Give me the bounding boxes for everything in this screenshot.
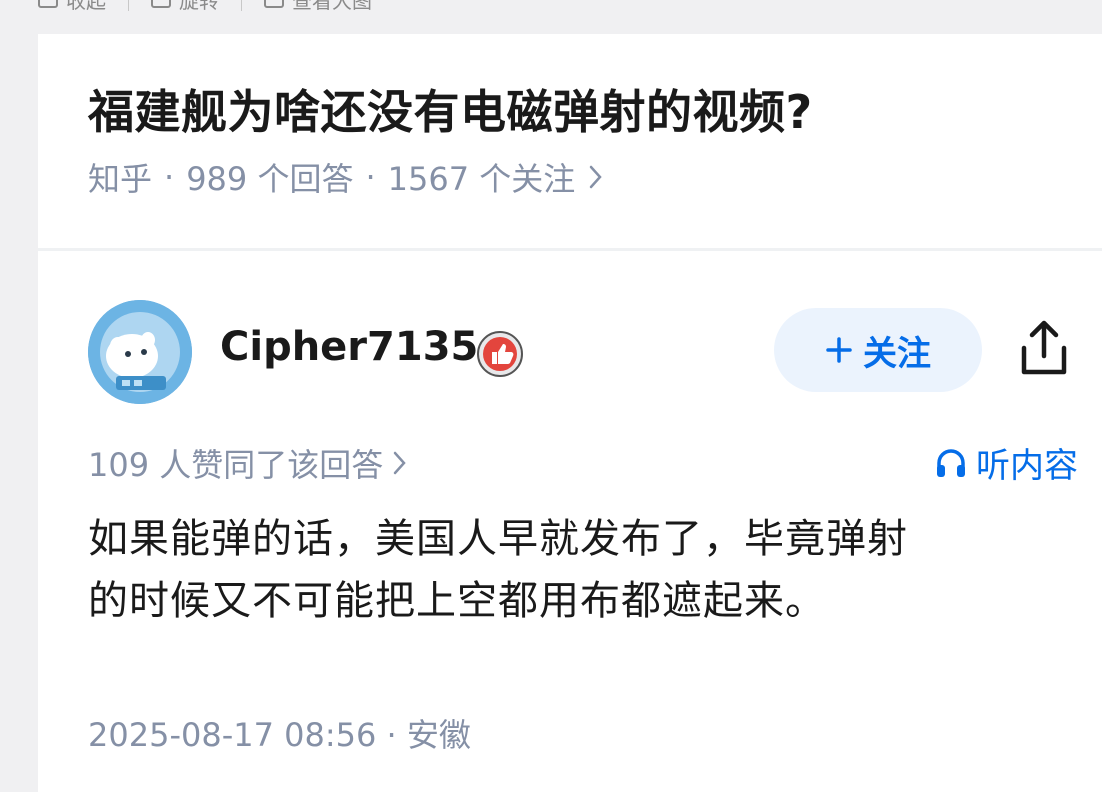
answer-location: 安徽 (406, 716, 471, 754)
avatar[interactable] (88, 300, 192, 404)
answer-line: 如果能弹的话，美国人早就发布了，毕竟弹射 (88, 516, 908, 562)
headphones-icon (937, 448, 965, 477)
view-large-icon (264, 0, 284, 8)
question-meta[interactable]: 知乎 · 989 个回答 · 1567 个关注 (88, 154, 605, 200)
watermark-image (916, 786, 1096, 792)
listen-label: 听内容 (976, 446, 1078, 486)
view-large-label: 查看大图 (292, 0, 372, 13)
vote-count: 109 人赞同了该回答 (88, 446, 384, 484)
plus-icon (826, 337, 852, 363)
follower-count: 1567 个关注 (387, 160, 576, 198)
rotate-button[interactable]: 旋转 (151, 0, 241, 14)
separator-dot: · (386, 716, 407, 754)
thumbs-up-badge-icon (477, 331, 523, 377)
answer-footer-meta: 2025-08-17 08:56 · 安徽 (88, 710, 471, 756)
share-icon[interactable] (1016, 318, 1072, 380)
source-label: 知乎 (88, 160, 153, 198)
author-name[interactable]: Cipher7135 (220, 324, 478, 370)
question-title[interactable]: 福建舰为啥还没有电磁弹射的视频? (88, 76, 813, 142)
chevron-right-icon (394, 451, 406, 475)
avatar-image (88, 300, 192, 404)
follow-button[interactable]: 关注 (774, 308, 982, 392)
rotate-icon (151, 0, 171, 8)
collapse-label: 收起 (66, 0, 106, 13)
follow-label: 关注 (863, 334, 931, 373)
toolbar-divider (128, 0, 129, 11)
toolbar-divider (241, 0, 242, 11)
listen-button[interactable]: 听内容 (934, 438, 1078, 487)
answer-count: 989 个回答 (186, 160, 354, 198)
answer-line: 的时候又不可能把上空都用布都遮起来。 (88, 578, 826, 624)
vote-summary[interactable]: 109 人赞同了该回答 (88, 440, 409, 486)
view-large-button[interactable]: 查看大图 (264, 0, 394, 14)
collapse-icon (38, 0, 58, 8)
answer-card: 福建舰为啥还没有电磁弹射的视频? 知乎 · 989 个回答 · 1567 个关注… (38, 34, 1102, 792)
image-viewer-toolbar: 收起 旋转 查看大图 (0, 0, 1102, 14)
rotate-label: 旋转 (179, 0, 219, 13)
answer-content: 如果能弹的话，美国人早就发布了，毕竟弹射 的时候又不可能把上空都用布都遮起来。 (88, 508, 1088, 632)
section-divider (38, 248, 1102, 251)
answer-date: 2025-08-17 08:56 (88, 716, 377, 754)
separator-dot: · (164, 158, 175, 196)
separator-dot: · (365, 158, 376, 196)
collapse-button[interactable]: 收起 (0, 0, 128, 14)
chevron-right-icon (590, 165, 602, 189)
